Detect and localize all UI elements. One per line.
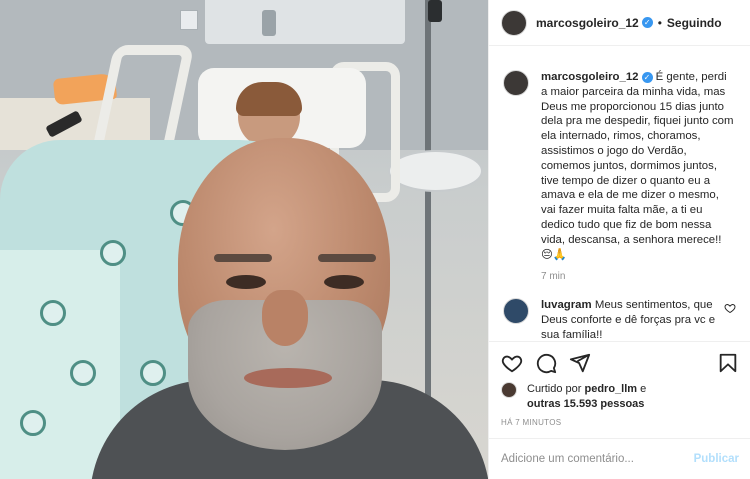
photo-blanket-pattern — [140, 360, 166, 386]
caption-author-avatar[interactable] — [503, 70, 529, 96]
photo-man-nose — [262, 290, 308, 346]
photo-tray — [388, 150, 483, 192]
header-separator: • — [657, 15, 662, 30]
likes-summary: Curtido por pedro_llm e outras 15.593 pe… — [501, 382, 739, 412]
publish-button[interactable]: Publicar — [694, 453, 739, 465]
photo-blanket-pattern — [70, 360, 96, 386]
bookmark-icon[interactable] — [717, 352, 739, 374]
comments-section: marcosgoleiro_12 ✓ É gente, perdi a maior… — [489, 46, 750, 358]
likes-count-link[interactable]: outras 15.593 pessoas — [527, 398, 644, 410]
add-comment-bar: Publicar — [489, 438, 750, 479]
author-username[interactable]: marcosgoleiro_12 — [536, 16, 639, 30]
photo-wall-socket — [180, 10, 198, 30]
photo-blanket-pattern — [40, 300, 66, 326]
likes-middle: e — [640, 383, 647, 395]
post-actions: Curtido por pedro_llm e outras 15.593 pe… — [489, 341, 750, 453]
post-photo[interactable] — [0, 0, 488, 479]
caption-time: 7 min — [541, 271, 566, 283]
author-avatar[interactable] — [501, 9, 527, 36]
photo-man-brow-left — [214, 254, 272, 262]
photo-man-mouth — [244, 368, 332, 388]
liker-username[interactable]: pedro_llm — [584, 383, 637, 395]
commenter-username[interactable]: luvagram — [541, 299, 592, 311]
liker-avatar[interactable] — [501, 382, 517, 398]
following-button[interactable]: Seguindo — [667, 16, 722, 30]
caption-username[interactable]: marcosgoleiro_12 — [541, 71, 639, 83]
caption-text: É gente, perdi a maior parceira da minha… — [541, 71, 734, 261]
post-timestamp[interactable]: HÁ 7 MINUTOS — [501, 418, 739, 427]
action-icons — [501, 350, 739, 376]
caption: marcosgoleiro_12 ✓ É gente, perdi a maior… — [503, 70, 736, 262]
post-header: marcosgoleiro_12 ✓ • Seguindo — [489, 0, 750, 46]
comment-like-heart-icon[interactable] — [724, 302, 736, 314]
share-icon[interactable] — [569, 352, 591, 374]
post-side-panel: marcosgoleiro_12 ✓ • Seguindo marcosgole… — [488, 0, 750, 479]
caption-verified-badge-icon: ✓ — [641, 72, 653, 83]
comment-body: luvagram Meus sentimentos, que Deus conf… — [541, 298, 718, 342]
photo-blanket-pattern — [100, 240, 126, 266]
photo-patient-hair — [236, 82, 302, 116]
photo-wall-knob — [262, 10, 276, 36]
heart-icon[interactable] — [501, 352, 523, 374]
commenter-avatar[interactable] — [503, 298, 529, 325]
photo-man-eye-right — [324, 275, 364, 289]
photo-blanket-pattern — [20, 410, 46, 436]
verified-badge-icon: ✓ — [641, 17, 653, 28]
photo-iv-bottle — [428, 0, 442, 22]
comment-item: luvagram Meus sentimentos, que Deus conf… — [503, 298, 736, 342]
likes-prefix: Curtido por — [527, 383, 582, 395]
likes-text: Curtido por pedro_llm e outras 15.593 pe… — [527, 382, 646, 412]
photo-man-brow-right — [318, 254, 376, 262]
photo-wall-panel — [205, 0, 405, 44]
comment-input[interactable] — [501, 453, 694, 465]
comment-icon[interactable] — [535, 352, 557, 374]
photo-man-eye-left — [226, 275, 266, 289]
photo-sheet — [0, 250, 120, 479]
caption-body: marcosgoleiro_12 ✓ É gente, perdi a maior… — [541, 70, 736, 262]
